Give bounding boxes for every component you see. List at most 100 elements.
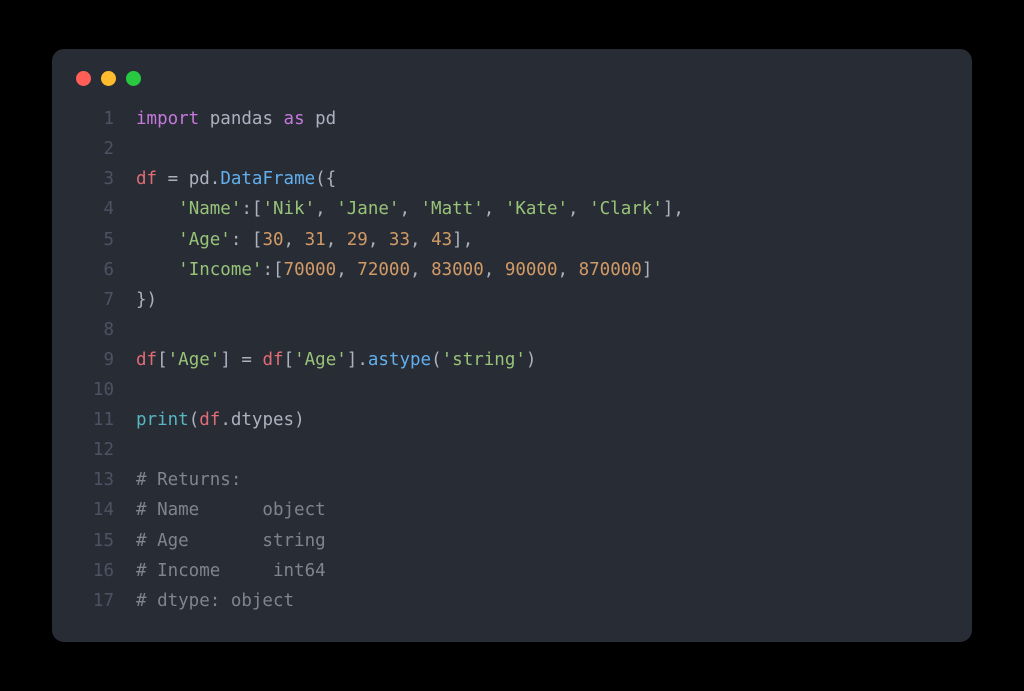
token-punct: ]. <box>347 350 368 370</box>
token-punct: ({ <box>315 169 336 189</box>
token-number: 72000 <box>357 260 410 280</box>
line-number: 10 <box>76 375 114 405</box>
line-number: 7 <box>76 285 114 315</box>
line-number: 15 <box>76 526 114 556</box>
token-number: 30 <box>262 230 283 250</box>
token-punct: ] <box>642 260 653 280</box>
code-line: 13 # Returns: <box>76 465 948 495</box>
token-punct: , <box>326 230 347 250</box>
token-punct: ( <box>189 410 200 430</box>
line-number: 11 <box>76 405 114 435</box>
token-comment: # Income int64 <box>136 561 326 581</box>
token-comment: # Name object <box>136 500 326 520</box>
token-punct: [ <box>157 350 168 370</box>
token-string: 'Age' <box>168 350 221 370</box>
token-string: 'Clark' <box>589 199 663 219</box>
line-number: 1 <box>76 104 114 134</box>
line-content: df['Age'] = df['Age'].astype('string') <box>136 345 536 375</box>
token-punct: , <box>315 199 336 219</box>
token-comment: # Returns: <box>136 470 241 490</box>
token-punct: ] = <box>220 350 262 370</box>
line-content: 'Age': [30, 31, 29, 33, 43], <box>136 225 473 255</box>
line-number: 4 <box>76 194 114 224</box>
code-line: 15# Age string <box>76 526 948 556</box>
token-number: 31 <box>305 230 326 250</box>
line-content: # Income int64 <box>136 556 326 586</box>
token-string: 'Jane' <box>336 199 399 219</box>
token-punct: , <box>410 260 431 280</box>
token-var: df <box>262 350 283 370</box>
token-punct: ], <box>452 230 473 250</box>
code-window: 1 import pandas as pd 23 df = pd.DataFrame(… <box>52 49 972 642</box>
token-punct: , <box>368 230 389 250</box>
code-line: 6 'Income':[70000, 72000, 83000, 90000, … <box>76 255 948 285</box>
line-number: 14 <box>76 495 114 525</box>
token-number: 90000 <box>505 260 558 280</box>
line-number: 2 <box>76 134 114 164</box>
token-punct: :[ <box>262 260 283 280</box>
token-var: df <box>136 169 168 189</box>
line-number: 8 <box>76 315 114 345</box>
line-content: import pandas as pd <box>136 104 336 134</box>
line-content: df = pd.DataFrame({ <box>136 164 336 194</box>
token-func: DataFrame <box>220 169 315 189</box>
token-default <box>136 199 178 219</box>
token-default <box>136 260 178 280</box>
token-func: astype <box>368 350 431 370</box>
code-line: 17 # dtype: object <box>76 586 948 616</box>
token-default <box>136 230 178 250</box>
token-punct: }) <box>136 290 157 310</box>
code-line: 7}) <box>76 285 948 315</box>
token-builtin: print <box>136 410 189 430</box>
token-punct: [ <box>284 350 295 370</box>
token-number: 29 <box>347 230 368 250</box>
line-content: # Name object <box>136 495 326 525</box>
token-punct: . <box>220 410 231 430</box>
minimize-icon[interactable] <box>101 71 116 86</box>
token-string: 'Name' <box>178 199 241 219</box>
code-line: 3 df = pd.DataFrame({ <box>76 164 948 194</box>
token-punct: ( <box>431 350 442 370</box>
token-punct: , <box>399 199 420 219</box>
token-string: 'string' <box>442 350 526 370</box>
token-string: 'Income' <box>178 260 262 280</box>
token-var: df <box>136 350 157 370</box>
code-line: 11 print(df.dtypes) <box>76 405 948 435</box>
line-number: 13 <box>76 465 114 495</box>
token-module: pd <box>189 169 210 189</box>
token-string: 'Age' <box>178 230 231 250</box>
line-number: 5 <box>76 225 114 255</box>
code-line: 12 <box>76 435 948 465</box>
token-comment: # dtype: object <box>136 591 294 611</box>
code-line: 9df['Age'] = df['Age'].astype('string') <box>76 345 948 375</box>
code-block: 1 import pandas as pd 23 df = pd.DataFrame(… <box>52 104 972 616</box>
line-content: # dtype: object <box>136 586 294 616</box>
token-keyword: import <box>136 109 210 129</box>
token-number: 870000 <box>579 260 642 280</box>
line-number: 9 <box>76 345 114 375</box>
token-string: 'Matt' <box>421 199 484 219</box>
token-var: df <box>199 410 220 430</box>
token-punct: , <box>568 199 589 219</box>
token-punct: . <box>210 169 221 189</box>
token-string: 'Age' <box>294 350 347 370</box>
line-number: 17 <box>76 586 114 616</box>
token-punct: : [ <box>231 230 263 250</box>
zoom-icon[interactable] <box>126 71 141 86</box>
token-number: 43 <box>431 230 452 250</box>
token-number: 83000 <box>431 260 484 280</box>
token-punct: ) <box>526 350 537 370</box>
line-content: print(df.dtypes) <box>136 405 305 435</box>
close-icon[interactable] <box>76 71 91 86</box>
token-punct: , <box>336 260 357 280</box>
line-content: }) <box>136 285 157 315</box>
code-line: 8 <box>76 315 948 345</box>
token-module: pandas <box>210 109 284 129</box>
token-punct: , <box>484 260 505 280</box>
token-punct: :[ <box>241 199 262 219</box>
line-number: 12 <box>76 435 114 465</box>
line-content: 'Income':[70000, 72000, 83000, 90000, 87… <box>136 255 652 285</box>
window-titlebar <box>52 71 972 104</box>
line-number: 3 <box>76 164 114 194</box>
token-prop: dtypes <box>231 410 294 430</box>
